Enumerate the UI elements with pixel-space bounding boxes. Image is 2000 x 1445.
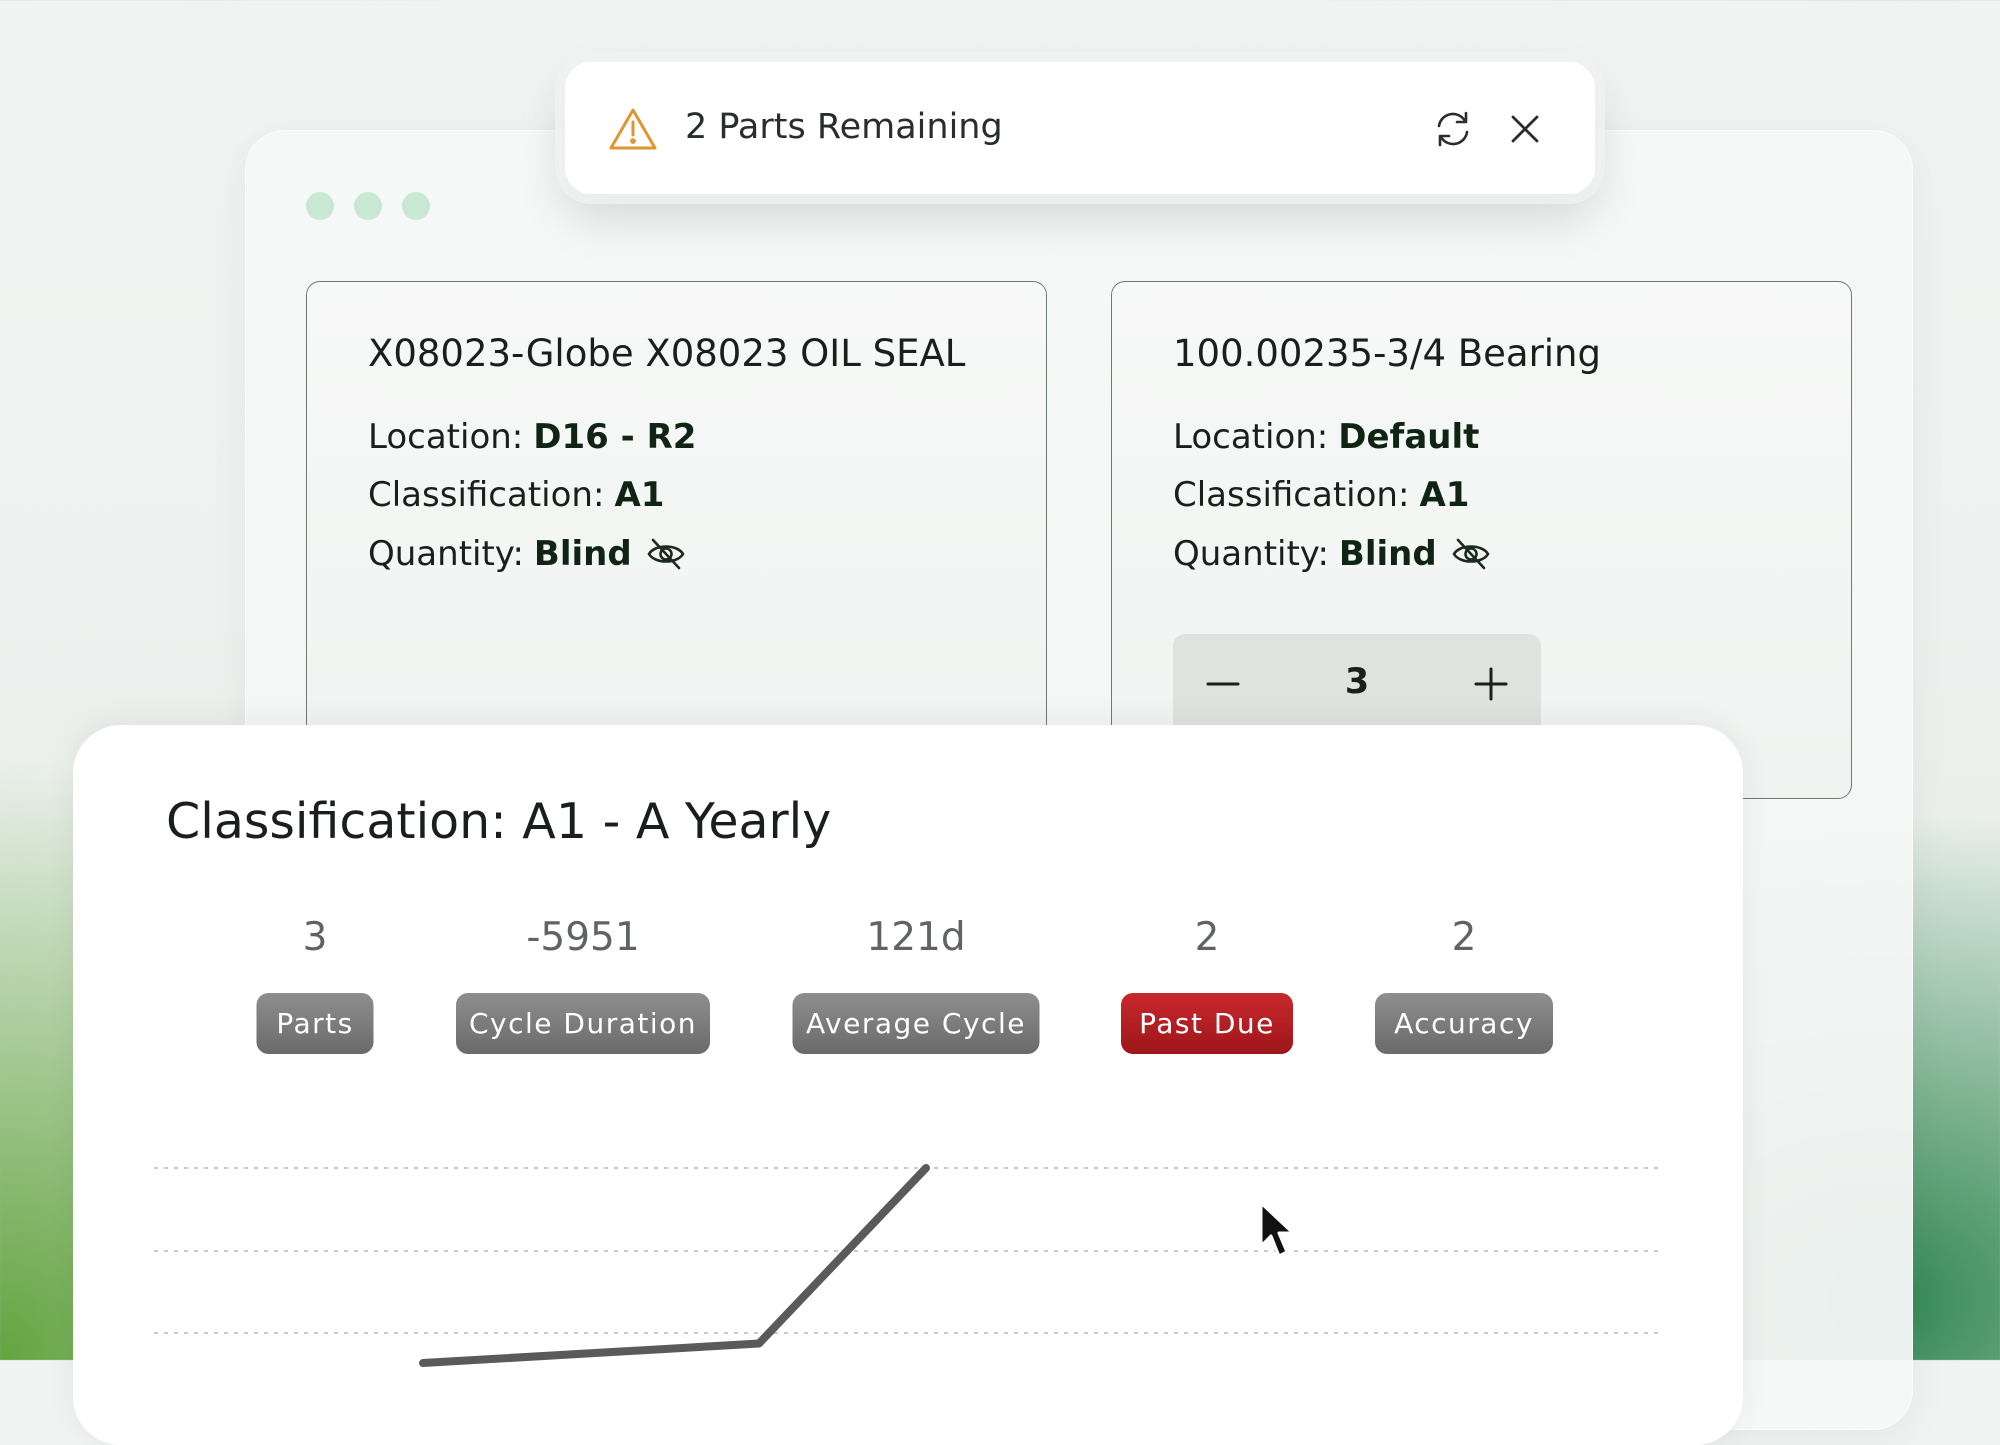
part-title: 100.00235-3/4 Bearing xyxy=(1173,332,1601,375)
warning-icon xyxy=(608,104,658,154)
stepper-value[interactable]: 3 xyxy=(1313,662,1401,702)
notification-toast: 2 Parts Remaining xyxy=(565,62,1595,194)
window-dot-3 xyxy=(402,192,430,220)
classification-row: Classification: A1 xyxy=(368,475,664,515)
toast-message: 2 Parts Remaining xyxy=(685,107,1003,147)
close-icon xyxy=(1511,115,1539,143)
eye-off-icon xyxy=(647,538,685,570)
classification-label: Classification: xyxy=(368,475,605,515)
part-card-1[interactable]: X08023-Globe X08023 OIL SEAL Location: D… xyxy=(306,281,1047,799)
part-card-2[interactable]: 100.00235-3/4 Bearing Location: Default … xyxy=(1111,281,1852,799)
trend-chart xyxy=(154,1164,1660,1367)
location-row: Location: Default xyxy=(1173,417,1479,457)
mouse-cursor-icon xyxy=(1259,1201,1295,1258)
refresh-icon xyxy=(1437,111,1469,147)
window-dot-2 xyxy=(354,192,382,220)
classification-value: A1 xyxy=(1419,475,1470,515)
location-label: Location: xyxy=(368,417,524,457)
quantity-row: Quantity: Blind xyxy=(1173,534,1491,574)
quantity-label: Quantity: xyxy=(1173,534,1329,574)
quantity-value: Blind xyxy=(1338,534,1437,574)
refresh-button[interactable] xyxy=(1428,104,1478,154)
plus-icon xyxy=(1474,667,1508,701)
location-row: Location: D16 - R2 xyxy=(368,417,696,457)
classification-row: Classification: A1 xyxy=(1173,475,1469,515)
classification-label: Classification: xyxy=(1173,475,1410,515)
part-title: X08023-Globe X08023 OIL SEAL xyxy=(368,332,966,375)
location-value: D16 - R2 xyxy=(533,417,697,457)
location-label: Location: xyxy=(1173,417,1329,457)
close-button[interactable] xyxy=(1500,104,1550,154)
minus-icon xyxy=(1206,682,1240,686)
decrement-button[interactable] xyxy=(1193,654,1253,714)
quantity-row: Quantity: Blind xyxy=(368,534,686,574)
location-value: Default xyxy=(1338,417,1480,457)
quantity-label: Quantity: xyxy=(368,534,524,574)
window-dot-1 xyxy=(306,192,334,220)
classification-summary-panel: Classification: A1 - A Yearly 3 Parts -5… xyxy=(73,725,1743,1445)
quantity-value: Blind xyxy=(533,534,632,574)
increment-button[interactable] xyxy=(1461,654,1521,714)
eye-off-icon xyxy=(1452,538,1490,570)
classification-value: A1 xyxy=(614,475,665,515)
